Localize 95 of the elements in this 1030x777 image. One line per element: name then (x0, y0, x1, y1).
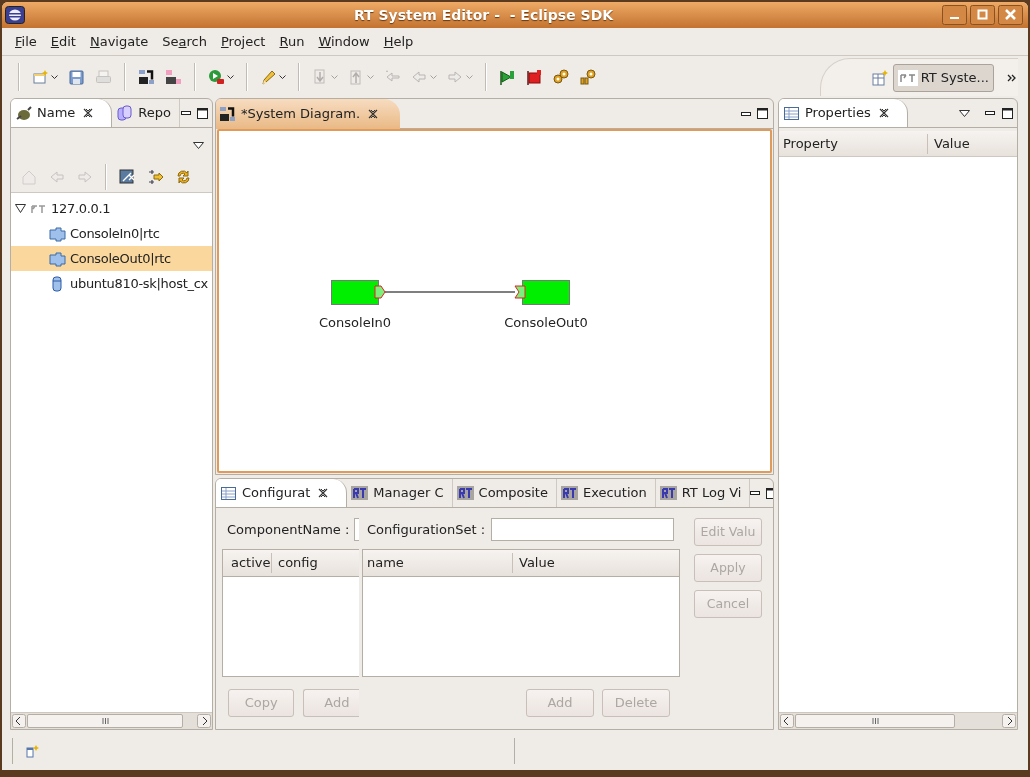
menu-item[interactable]: Navigate (82, 31, 156, 52)
pencil-icon[interactable] (260, 69, 277, 85)
tab[interactable]: Execution (556, 479, 656, 507)
close-icon[interactable] (83, 108, 94, 118)
column-header[interactable]: name (363, 553, 513, 573)
tab[interactable]: Name (11, 99, 113, 127)
maximize-button[interactable] (970, 5, 995, 25)
run-icon[interactable] (208, 69, 225, 85)
minimize-icon[interactable] (181, 111, 191, 115)
app-icon (5, 6, 25, 24)
menu-item[interactable]: Run (272, 31, 312, 52)
column-header[interactable]: active (223, 553, 272, 573)
tab[interactable]: RT Log Vi (655, 479, 751, 507)
scrollbar-thumb[interactable] (27, 714, 183, 728)
component-label: ConsoleIn0 (319, 314, 391, 332)
deactivate-icon[interactable] (165, 69, 182, 85)
horizontal-scrollbar[interactable] (779, 712, 1017, 729)
menu-item[interactable]: Search (155, 31, 214, 52)
fast-view-icon[interactable] (26, 744, 40, 758)
field-label: ComponentName : (227, 520, 350, 539)
window-title: RT System Editor - - Eclipse SDK (353, 5, 614, 25)
close-icon[interactable] (368, 109, 379, 119)
table-icon (783, 105, 800, 121)
plug-icon (15, 105, 32, 121)
gear-icon[interactable] (580, 69, 597, 85)
column-header[interactable]: config (272, 553, 359, 573)
grip-icon (871, 718, 879, 724)
tab[interactable]: Properties (779, 99, 908, 127)
perspective-button[interactable]: RT Syste... (892, 63, 994, 92)
tab[interactable]: Repo (112, 99, 180, 127)
chevron-icon[interactable] (1006, 72, 1018, 83)
tree-item[interactable]: ConsoleOut0|rtc (11, 246, 212, 271)
menu-item[interactable]: Help (376, 31, 421, 52)
configuration-set-field[interactable] (491, 518, 674, 541)
scroll-right-icon[interactable] (1002, 714, 1016, 728)
view-menu-icon[interactable] (193, 141, 204, 149)
expand-toggle-icon[interactable] (15, 203, 26, 214)
close-icon[interactable] (878, 108, 889, 118)
maximize-icon[interactable] (757, 108, 768, 119)
tab[interactable]: Configurat (216, 479, 348, 507)
rt-icon (351, 485, 369, 501)
minimize-icon[interactable] (741, 111, 751, 116)
scroll-right-icon[interactable] (197, 714, 211, 728)
refresh-icon[interactable] (175, 169, 191, 185)
rt-icon (456, 485, 474, 501)
save-icon[interactable] (68, 69, 85, 85)
maximize-icon[interactable] (1002, 107, 1013, 119)
maximize-icon[interactable] (197, 107, 208, 119)
caret-icon[interactable] (51, 75, 58, 79)
gear-icon[interactable] (553, 69, 570, 85)
tab[interactable]: Manager C (347, 479, 453, 507)
activate-icon[interactable] (138, 69, 155, 85)
component-label: ConsoleOut0 (504, 314, 588, 332)
component-block[interactable] (514, 280, 570, 305)
column-header[interactable]: Value (513, 553, 679, 573)
editor-tab[interactable]: *System Diagram. (216, 99, 401, 129)
close-button[interactable] (998, 5, 1023, 25)
table-icon (220, 485, 237, 501)
scrollbar-thumb[interactable] (795, 714, 955, 728)
caret-icon[interactable] (227, 75, 234, 79)
tab[interactable]: Composite (452, 479, 557, 507)
tree-item[interactable]: ConsoleIn0|rtc (11, 221, 212, 246)
component-name-field[interactable] (354, 518, 359, 541)
diagram-icon (219, 106, 236, 122)
minimize-icon[interactable] (750, 491, 761, 495)
caret-icon[interactable] (279, 75, 286, 79)
field-label: ConfigurationSet : (367, 520, 486, 539)
perspective-icon (897, 69, 918, 86)
rt-icon (560, 485, 578, 501)
menu-item[interactable]: Edit (43, 31, 83, 52)
menu-item[interactable]: File (8, 31, 44, 52)
component-block[interactable] (331, 280, 386, 305)
scroll-left-icon[interactable] (12, 714, 26, 728)
menu-item[interactable]: Project (213, 31, 273, 52)
tree-item[interactable]: ubuntu810-sk|host_cx (11, 271, 212, 296)
flag-icon[interactable] (526, 69, 543, 85)
rt-icon (659, 485, 677, 501)
flag-icon[interactable] (499, 69, 516, 85)
database-icon (116, 105, 134, 121)
close-icon[interactable] (318, 488, 329, 498)
grip-icon (101, 718, 109, 724)
scroll-left-icon[interactable] (780, 714, 794, 728)
minimize-button[interactable] (942, 5, 967, 25)
open-perspective-icon[interactable] (870, 68, 889, 87)
tree-item[interactable]: 127.0.0.1 (11, 196, 212, 221)
view-menu-icon[interactable] (959, 109, 970, 117)
component-icon (49, 250, 66, 267)
minimize-icon[interactable] (985, 111, 995, 115)
component-icon (49, 225, 66, 242)
column-header[interactable]: Property (779, 133, 928, 154)
edit-icon[interactable] (119, 169, 135, 185)
menu-item[interactable]: Window (311, 31, 377, 52)
horizontal-scrollbar[interactable] (11, 712, 212, 729)
filter-icon[interactable] (147, 169, 163, 185)
column-header[interactable]: Value (928, 133, 1017, 154)
